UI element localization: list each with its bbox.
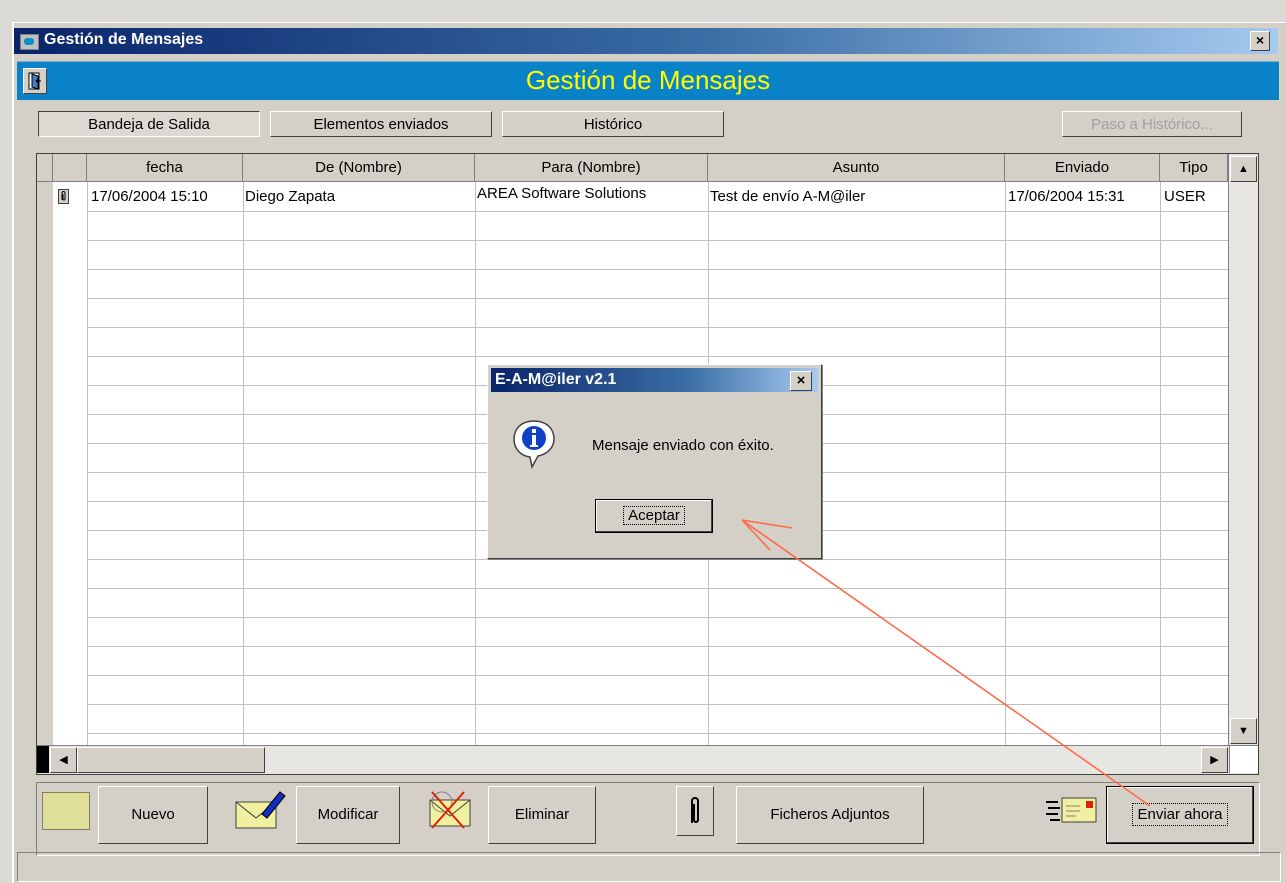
- row-gridline: [87, 269, 1228, 270]
- row-gridline: [87, 588, 1228, 589]
- paso-historico-button[interactable]: Paso a Histórico...: [1062, 111, 1242, 137]
- col-header-fecha[interactable]: fecha: [87, 154, 243, 182]
- banner-title: Gestión de Mensajes: [525, 65, 771, 95]
- envelope-pen-icon[interactable]: [232, 788, 288, 832]
- paperclip-attach-icon[interactable]: [676, 786, 714, 836]
- dialog-titlebar: E-A-M@iler v2.1 ×: [491, 368, 818, 392]
- row-gridline: [87, 617, 1228, 618]
- row-gridline: [87, 211, 1228, 212]
- dialog-close-button[interactable]: ×: [790, 371, 812, 391]
- cell-tipo[interactable]: USER: [1164, 188, 1206, 205]
- status-bar: [17, 852, 1281, 882]
- dialog-message: Mensaje enviado con éxito.: [592, 437, 774, 454]
- message-dialog: E-A-M@iler v2.1 × Mensaje enviado con éx…: [487, 364, 822, 559]
- paperclip-icon: [58, 189, 69, 204]
- tab-historico[interactable]: Histórico: [502, 111, 724, 137]
- row-gridline: [87, 356, 1228, 357]
- banner: Gestión de Mensajes: [17, 61, 1279, 100]
- ficheros-adjuntos-button[interactable]: Ficheros Adjuntos: [736, 786, 924, 844]
- modificar-button[interactable]: Modificar: [296, 786, 400, 844]
- cell-asunto[interactable]: Test de envío A-M@iler: [710, 188, 865, 205]
- row-gridline: [87, 675, 1228, 676]
- info-icon: [510, 417, 558, 470]
- horizontal-scrollbar[interactable]: ◀ ▶: [37, 745, 1258, 774]
- row-gridline: [87, 240, 1228, 241]
- cell-fecha[interactable]: 17/06/2004 15:10: [91, 188, 208, 205]
- aceptar-button[interactable]: Aceptar: [595, 499, 713, 533]
- tab-elementos-enviados[interactable]: Elementos enviados: [270, 111, 492, 137]
- row-indicator-column: [53, 182, 87, 746]
- row-gridline: [87, 733, 1228, 734]
- scroll-right-icon[interactable]: ▶: [1201, 747, 1228, 773]
- col-header-asunto[interactable]: Asunto: [708, 154, 1005, 182]
- window-title: Gestión de Mensajes: [44, 31, 204, 48]
- col-header-de[interactable]: De (Nombre): [243, 154, 475, 182]
- vertical-scrollbar[interactable]: ▲ ▼: [1228, 154, 1258, 746]
- nuevo-button[interactable]: Nuevo: [98, 786, 208, 844]
- delete-envelope-icon[interactable]: [424, 788, 480, 832]
- scroll-up-icon[interactable]: ▲: [1230, 156, 1257, 182]
- cell-enviado[interactable]: 17/06/2004 15:31: [1008, 188, 1125, 205]
- col-header-tipo[interactable]: Tipo: [1160, 154, 1228, 182]
- cell-para[interactable]: AREA Software Solutions: [477, 185, 646, 202]
- tab-bandeja-salida[interactable]: Bandeja de Salida: [38, 111, 260, 137]
- enviar-ahora-label: Enviar ahora: [1132, 803, 1228, 826]
- send-mail-icon[interactable]: [1044, 792, 1100, 832]
- row-gridline: [87, 704, 1228, 705]
- row-gridline: [87, 559, 1228, 560]
- scroll-left-icon[interactable]: ◀: [50, 747, 77, 773]
- window-titlebar: Gestión de Mensajes ×: [14, 28, 1278, 54]
- app-icon: [20, 34, 39, 50]
- row-selector-column[interactable]: [37, 182, 54, 746]
- eliminar-button[interactable]: Eliminar: [488, 786, 596, 844]
- enviar-ahora-button[interactable]: Enviar ahora: [1106, 786, 1254, 844]
- row-gridline: [87, 646, 1228, 647]
- window-close-button[interactable]: ×: [1250, 31, 1270, 51]
- col-header-para[interactable]: Para (Nombre): [475, 154, 708, 182]
- row-selector-header: [37, 154, 53, 182]
- col-header-enviado[interactable]: Enviado: [1005, 154, 1160, 182]
- dialog-title: E-A-M@iler v2.1: [495, 371, 617, 388]
- row-gridline: [87, 327, 1228, 328]
- scroll-down-icon[interactable]: ▼: [1230, 718, 1257, 744]
- horizontal-scroll-thumb[interactable]: [77, 747, 265, 773]
- cell-de[interactable]: Diego Zapata: [245, 188, 335, 205]
- new-note-icon[interactable]: [42, 792, 90, 830]
- indicator-header: [53, 154, 87, 182]
- row-gridline: [87, 298, 1228, 299]
- aceptar-label: Aceptar: [623, 506, 685, 525]
